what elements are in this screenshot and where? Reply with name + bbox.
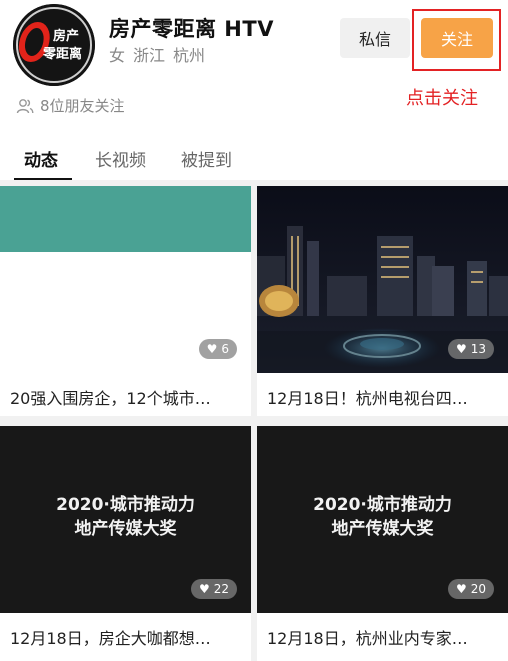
profile-header: 房产 零距离 房产零距离 HTV 女浙江 杭州 私信 关注 点击关注 8位朋友关注 — [0, 0, 508, 180]
like-count-badge: ♥ 20 — [447, 579, 494, 599]
gala-title-line-1: 2020·城市推动力 — [313, 495, 452, 515]
friends-following-text: 8位朋友关注 — [40, 97, 125, 115]
heart-icon: ♥ — [198, 582, 210, 596]
heart-icon: ♥ — [455, 342, 467, 356]
post-caption: 12月18日，房企大咖都想… — [10, 629, 211, 648]
active-tab-indicator — [14, 178, 72, 180]
like-count-badge: ♥ 13 — [447, 339, 494, 359]
message-button[interactable]: 私信 — [340, 18, 410, 58]
post-thumbnail: ♥ 13 — [257, 186, 508, 373]
avatar-logo-icon: 房产 零距离 — [13, 4, 95, 86]
post-caption: 20强入围房企，12个城市… — [10, 389, 211, 408]
heart-icon: ♥ — [206, 342, 218, 356]
profile-name: 房产零距离 HTV — [109, 17, 274, 41]
like-count: 6 — [221, 342, 229, 356]
profile-page: 房产 零距离 房产零距离 HTV 女浙江 杭州 私信 关注 点击关注 8位朋友关注 — [0, 0, 508, 661]
profile-tabs: 动态 长视频 被提到 — [0, 146, 508, 180]
profile-province: 浙江 — [133, 46, 166, 65]
post-thumbnail: ♥ 6 — [0, 186, 251, 373]
follow-button[interactable]: 关注 — [421, 18, 493, 58]
like-count-badge: ♥ 6 — [198, 339, 237, 359]
heart-icon: ♥ — [455, 582, 467, 596]
follow-annotation: 点击关注 — [406, 88, 478, 109]
post-caption: 12月18日，杭州业内专家… — [267, 629, 468, 648]
gala-title-line-1: 2020·城市推动力 — [56, 495, 195, 515]
post-card[interactable]: 2020·城市推动力 地产传媒大奖 ♥ 20 12月18日，杭州业内专家… — [257, 426, 508, 661]
post-caption: 12月18日！杭州电视台四… — [267, 389, 468, 408]
post-card[interactable]: 2020·城市推动力 地产传媒大奖 ♥ 22 12月18日，房企大咖都想… — [0, 426, 251, 661]
post-thumbnail: 2020·城市推动力 地产传媒大奖 ♥ 20 — [257, 426, 508, 613]
post-card[interactable]: ♥ 6 20强入围房企，12个城市… — [0, 186, 251, 416]
avatar-text-bottom: 零距离 — [42, 46, 82, 62]
like-count-badge: ♥ 22 — [190, 579, 237, 599]
tab-mentioned[interactable]: 被提到 — [181, 146, 232, 171]
like-count: 13 — [470, 342, 486, 356]
like-count: 20 — [470, 582, 486, 596]
gala-title-line-2: 地产传媒大奖 — [74, 519, 177, 539]
profile-gender: 女 — [109, 46, 126, 65]
avatar-text-top: 房产 — [53, 28, 79, 44]
post-card[interactable]: ♥ 13 12月18日！杭州电视台四… — [257, 186, 508, 416]
friends-following[interactable]: 8位朋友关注 — [16, 95, 125, 116]
profile-meta: 女浙江 杭州 — [109, 42, 213, 66]
gala-title-line-2: 地产传媒大奖 — [331, 519, 434, 539]
tab-dynamics[interactable]: 动态 — [24, 146, 58, 171]
profile-city: 杭州 — [173, 46, 206, 65]
post-thumbnail: 2020·城市推动力 地产传媒大奖 ♥ 22 — [0, 426, 251, 613]
people-icon — [16, 98, 34, 114]
avatar[interactable]: 房产 零距离 — [13, 4, 95, 86]
tab-long-videos[interactable]: 长视频 — [95, 146, 146, 171]
like-count: 22 — [213, 582, 229, 596]
